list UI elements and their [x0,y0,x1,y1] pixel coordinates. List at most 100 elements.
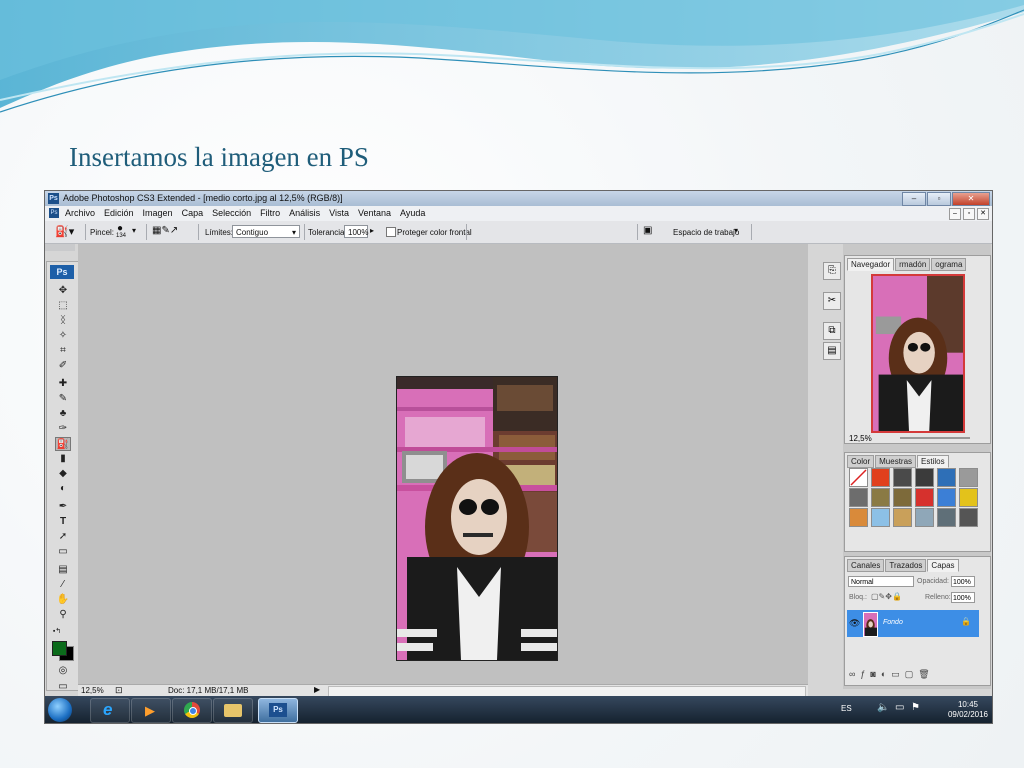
fill-input[interactable]: 100% [951,592,975,603]
eyedropper-icon[interactable]: ✐ [55,359,71,373]
style-swatch[interactable] [937,468,956,487]
minimize-icon[interactable]: – [902,192,926,206]
status-arrow-icon[interactable]: ▶ [314,685,320,694]
type-icon[interactable]: T [55,515,71,529]
lock-icons[interactable]: ▢✎✥🔒 [871,592,902,601]
menu-seleccion[interactable]: Selección [212,208,251,218]
screen-mode-icon[interactable]: ▭ [55,680,71,694]
style-swatch[interactable] [893,468,912,487]
doc-restore-icon[interactable]: ▫ [963,208,975,220]
eyedropper2-icon[interactable]: ⁄ [55,578,71,592]
tab-muestras[interactable]: Muestras [875,455,917,468]
clock[interactable]: 10:45 09/02/2016 [948,700,988,720]
history-brush-icon[interactable]: ✑ [55,422,71,436]
style-swatch[interactable] [893,488,912,507]
style-swatch[interactable] [849,508,868,527]
style-swatch[interactable] [849,488,868,507]
limits-select[interactable]: Contiguo ▾ [232,225,300,238]
mode-icons[interactable]: ▦✎↗ [152,225,178,236]
tolerance-slider-icon[interactable]: ▸ [370,226,374,235]
close-icon[interactable]: ✕ [952,192,990,206]
tab-navegador[interactable]: Navegador [847,258,895,271]
style-swatch[interactable] [893,508,912,527]
menu-analisis[interactable]: Análisis [289,208,320,218]
tab-trazados[interactable]: Trazados [885,559,927,572]
navigator-preview[interactable] [871,274,965,433]
navigator-zoom-slider[interactable] [900,437,970,439]
doc-minimize-icon[interactable]: – [949,208,961,220]
protect-color-checkbox[interactable] [386,227,396,237]
paint-bucket-tool-icon[interactable]: ⛽▾ [55,225,74,238]
style-swatch[interactable] [915,488,934,507]
blur-icon[interactable]: ◆ [55,467,71,481]
folder-icon[interactable] [213,698,253,723]
quick-mask-icon[interactable]: ◎ [55,664,71,678]
zoom-level[interactable]: 12,5% [81,686,104,695]
menu-ventana[interactable]: Ventana [358,208,391,218]
gradient-icon[interactable]: ▮ [55,452,71,466]
history-icon[interactable]: ⎘ [823,262,841,280]
dodge-icon[interactable]: ◐ [55,482,71,496]
workspace-label[interactable]: Espacio de trabajo [673,228,739,237]
layer-comps-icon[interactable]: ⧉ [823,322,841,340]
tab-informacion[interactable]: rmadón [895,258,931,271]
shape-icon[interactable]: ▭ [55,545,71,559]
layers-footer-icons[interactable]: ∞ƒ◙◐▭▢🗑 [849,669,935,680]
flag-icon[interactable]: ⚑ [911,702,920,713]
photoshop-icon[interactable]: Ps [258,698,298,723]
start-icon[interactable] [48,698,72,722]
menu-edicion[interactable]: Edición [104,208,134,218]
brush-icon[interactable]: ✎ [55,392,71,406]
actions-icon[interactable]: ▤ [823,342,841,360]
default-colors-icon[interactable]: ▪↰ [49,625,65,639]
tools-preset-icon[interactable]: ✂ [823,292,841,310]
style-swatch[interactable] [937,508,956,527]
tab-histograma[interactable]: ograma [931,258,967,271]
volume-icon[interactable]: 🔈 [877,702,889,713]
path-select-icon[interactable]: ➚ [55,530,71,544]
internet-explorer-icon[interactable]: e [90,698,130,723]
style-swatch[interactable] [871,508,890,527]
chrome-icon[interactable] [172,698,212,723]
navigator-zoom[interactable]: 12,5% [849,434,872,443]
brush-dropdown-icon[interactable]: ▾ [132,226,136,235]
media-player-icon[interactable]: ▶ [131,698,171,723]
pen-icon[interactable]: ✒ [55,500,71,514]
layer-row[interactable]: 👁 Fondo 🔒 [847,610,979,637]
style-swatch[interactable] [937,488,956,507]
menu-imagen[interactable]: Imagen [143,208,173,218]
foreground-color-swatch[interactable] [52,641,67,656]
doc-close-icon[interactable]: ✕ [977,208,989,220]
eye-icon[interactable]: 👁 [849,618,860,629]
move-icon[interactable]: ✥ [55,284,71,298]
notes-icon[interactable]: ▤ [55,563,71,577]
canvas-area[interactable] [78,244,808,684]
menu-archivo[interactable]: Archivo [65,208,95,218]
menu-filtro[interactable]: Filtro [260,208,280,218]
menu-ayuda[interactable]: Ayuda [400,208,425,218]
style-swatch[interactable] [871,468,890,487]
clone-stamp-icon[interactable]: ♣ [55,407,71,421]
blend-mode-select[interactable]: Normal [848,576,914,587]
style-swatch[interactable] [871,488,890,507]
workspace-dropdown-icon[interactable]: ▾ [734,226,738,235]
toolbox-header[interactable] [45,244,75,251]
opacity-input[interactable]: 100% [951,576,975,587]
tolerance-input[interactable]: 100% [344,225,368,238]
hand-icon[interactable]: ✋ [55,593,71,607]
style-swatch[interactable] [959,508,978,527]
style-swatch[interactable] [849,468,868,487]
menu-capa[interactable]: Capa [182,208,204,218]
zoom-icon[interactable]: ⚲ [55,608,71,622]
tab-capas[interactable]: Capas [927,559,959,572]
document-image[interactable] [396,376,558,661]
tab-estilos[interactable]: Estilos [917,455,949,468]
style-swatch[interactable] [959,468,978,487]
tab-color[interactable]: Color [847,455,875,468]
language-indicator[interactable]: ES [841,704,852,713]
maximize-icon[interactable]: ▫ [927,192,951,206]
marquee-icon[interactable]: ⬚ [55,299,71,313]
style-swatch[interactable] [959,488,978,507]
network-icon[interactable]: ▭ [895,702,904,713]
healing-icon[interactable]: ✚ [55,377,71,391]
